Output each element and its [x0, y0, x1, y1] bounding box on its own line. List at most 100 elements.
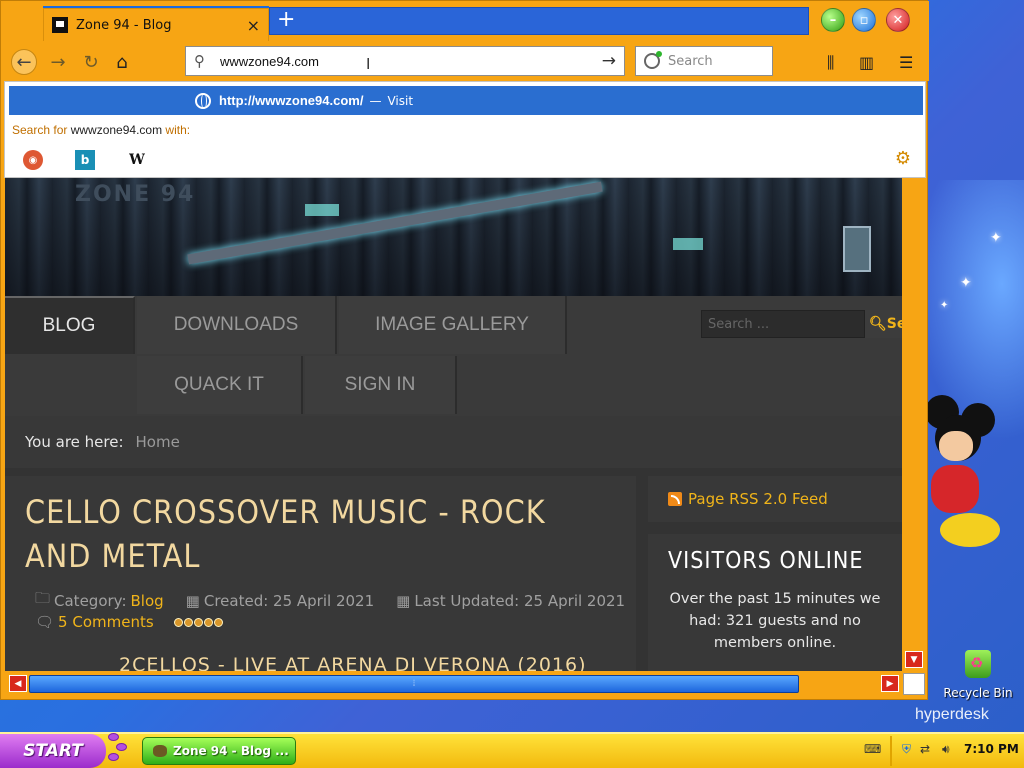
- recycle-bin-label: Recycle Bin: [943, 686, 1013, 700]
- mickey-mouse-wallpaper-image: [925, 395, 1000, 555]
- maximize-window-button[interactable]: ▫: [852, 8, 876, 32]
- rating-star-icon[interactable]: [183, 617, 193, 627]
- banner-rail-graphic: [187, 181, 603, 265]
- taskbar-item-zone94-blog[interactable]: Zone 94 - Blog ...: [142, 737, 296, 765]
- network-tray-icon[interactable]: ⇄: [920, 742, 930, 756]
- comment-icon: 🗨︎: [35, 613, 55, 631]
- close-window-button[interactable]: ✕: [886, 8, 910, 32]
- rating-star-icon[interactable]: [203, 617, 213, 627]
- sparkle-icon: ✦: [990, 230, 1002, 246]
- visitors-title: VISITORS ONLINE: [668, 548, 864, 574]
- category-link[interactable]: Blog: [131, 592, 164, 610]
- site-menu: BLOG DOWNLOADS IMAGE GALLERY QUACK IT SI…: [5, 296, 902, 416]
- horizontal-scroll-thumb[interactable]: ⦙: [29, 675, 799, 693]
- article-card: CELLO CROSSOVER MUSIC - ROCK AND METAL 🗀…: [5, 476, 636, 671]
- volume-tray-icon[interactable]: 🔊︎: [942, 742, 950, 757]
- reload-icon[interactable]: ↻: [78, 49, 104, 75]
- banner-light-graphic: [673, 238, 703, 250]
- banner-screen-graphic: [843, 226, 871, 272]
- forward-arrow-icon[interactable]: →: [45, 49, 71, 75]
- address-bar-text[interactable]: wwwzone94.com: [220, 54, 602, 69]
- recycle-bin-icon: [965, 650, 991, 678]
- scroll-left-arrow-icon[interactable]: ◀: [9, 675, 27, 692]
- globe-icon: [195, 92, 211, 109]
- url-suggestions-dropdown: http://wwwzone94.com/ — Visit Search for…: [4, 81, 926, 178]
- menu-item-image-gallery[interactable]: IMAGE GALLERY: [339, 296, 567, 354]
- search-settings-gear-icon[interactable]: ⚙: [895, 148, 911, 169]
- tab-zone94-blog[interactable]: Zone 94 - Blog ×: [43, 8, 269, 41]
- text-cursor-icon: I: [366, 55, 371, 73]
- rating-star-icon[interactable]: [173, 617, 183, 627]
- menu-item-blog[interactable]: BLOG: [5, 296, 135, 354]
- duckduckgo-icon[interactable]: ◉: [23, 150, 43, 170]
- address-bar[interactable]: ⚲ wwwzone94.com →: [185, 46, 625, 76]
- tab-strip: Zone 94 - Blog × + – ▫ ✕: [1, 1, 929, 41]
- home-icon[interactable]: ⌂: [109, 49, 135, 75]
- minimize-window-button[interactable]: –: [821, 8, 845, 32]
- calendar-icon: ▦: [185, 591, 200, 610]
- created-date: Created: 25 April 2021: [203, 591, 375, 610]
- suggestion-separator: —: [369, 93, 382, 108]
- folder-icon: 🗀︎: [35, 589, 51, 607]
- start-bubbles-decoration: [106, 733, 130, 765]
- browser-task-icon: [153, 745, 167, 757]
- back-arrow-icon[interactable]: ←: [11, 49, 37, 75]
- sparkle-icon: ✦: [940, 300, 949, 311]
- rss-feed-box: Page RSS 2.0 Feed: [648, 476, 902, 522]
- keyboard-tray-icon[interactable]: ⌨: [864, 742, 881, 756]
- sparkle-icon: ✦: [960, 275, 972, 291]
- page-viewport: ZONE 94 BLOG DOWNLOADS IMAGE GALLERY QUA…: [5, 178, 902, 671]
- new-tab-plus-icon[interactable]: +: [277, 9, 295, 31]
- vertical-scrollbar[interactable]: [902, 178, 926, 671]
- search-for-suffix: with:: [165, 123, 191, 137]
- close-tab-icon[interactable]: ×: [247, 16, 260, 35]
- rss-feed-link[interactable]: Page RSS 2.0 Feed: [688, 490, 828, 508]
- scroll-down-arrow-icon[interactable]: ▼: [905, 651, 923, 668]
- recycle-bin-desktop-icon[interactable]: Recycle Bin: [940, 650, 1016, 700]
- clock[interactable]: 7:10 PM: [964, 742, 1019, 756]
- wikipedia-icon[interactable]: W: [127, 150, 147, 170]
- article-title[interactable]: CELLO CROSSOVER MUSIC - ROCK AND METAL: [25, 490, 615, 578]
- visitors-online-module: VISITORS ONLINE Over the past 15 minutes…: [648, 534, 902, 671]
- site-search-button-label: Se: [886, 316, 902, 332]
- suggestion-visit-row[interactable]: http://wwwzone94.com/ — Visit: [9, 86, 923, 115]
- article-meta-comments: 🗨︎ 5 Comments: [35, 613, 223, 631]
- menu-item-sign-in[interactable]: SIGN IN: [305, 356, 457, 414]
- start-button[interactable]: START: [0, 734, 106, 768]
- library-icon[interactable]: ⫼: [827, 53, 834, 73]
- resize-corner[interactable]: [903, 673, 925, 695]
- site-search-input[interactable]: Search ...: [701, 310, 865, 338]
- menu-item-quack-it[interactable]: QUACK IT: [137, 356, 303, 414]
- breadcrumb: You are here: Home: [5, 416, 902, 468]
- browser-window: Zone 94 - Blog × + – ▫ ✕ ← → ↻ ⌂ ⚲ wwwzo…: [0, 0, 929, 700]
- search-engine-list: ◉ b W: [23, 150, 179, 170]
- shield-tray-icon[interactable]: ⛨: [902, 742, 911, 757]
- search-bar[interactable]: Search: [635, 46, 773, 76]
- suggestion-url: http://wwwzone94.com/: [219, 93, 364, 108]
- banner-light-graphic: [305, 204, 339, 216]
- go-arrow-icon[interactable]: →: [602, 51, 616, 71]
- rss-icon: [668, 492, 682, 506]
- bing-icon[interactable]: b: [75, 150, 95, 170]
- rating-star-icon[interactable]: [213, 617, 223, 627]
- article-subheading[interactable]: 2CELLOS - LIVE AT ARENA DI VERONA (2016): [119, 654, 587, 671]
- menu-item-downloads[interactable]: DOWNLOADS: [137, 296, 337, 354]
- rating-stars[interactable]: [173, 617, 223, 627]
- search-icon: 🔍︎: [869, 316, 887, 332]
- site-logo[interactable]: ZONE 94: [75, 182, 195, 207]
- tab-bar-empty-area[interactable]: [269, 7, 809, 35]
- site-search-button[interactable]: 🔍︎ Se: [865, 310, 902, 338]
- tab-title: Zone 94 - Blog: [76, 17, 172, 33]
- rating-star-icon[interactable]: [193, 617, 203, 627]
- taskbar-item-label: Zone 94 - Blog ...: [173, 744, 289, 758]
- search-for-query: wwwzone94.com: [70, 123, 163, 137]
- tray-separator: [890, 736, 892, 766]
- search-for-line: Search for wwwzone94.com with:: [12, 123, 190, 137]
- breadcrumb-home-link[interactable]: Home: [136, 433, 180, 451]
- hamburger-menu-icon[interactable]: ☰: [899, 53, 913, 72]
- sidebar-icon[interactable]: ▥: [859, 53, 874, 72]
- search-for-prefix: Search for: [12, 123, 68, 137]
- comments-link[interactable]: 5 Comments: [58, 613, 154, 631]
- hyperdesk-logo: hyperdesk: [915, 706, 989, 723]
- scroll-right-arrow-icon[interactable]: ▶: [881, 675, 899, 692]
